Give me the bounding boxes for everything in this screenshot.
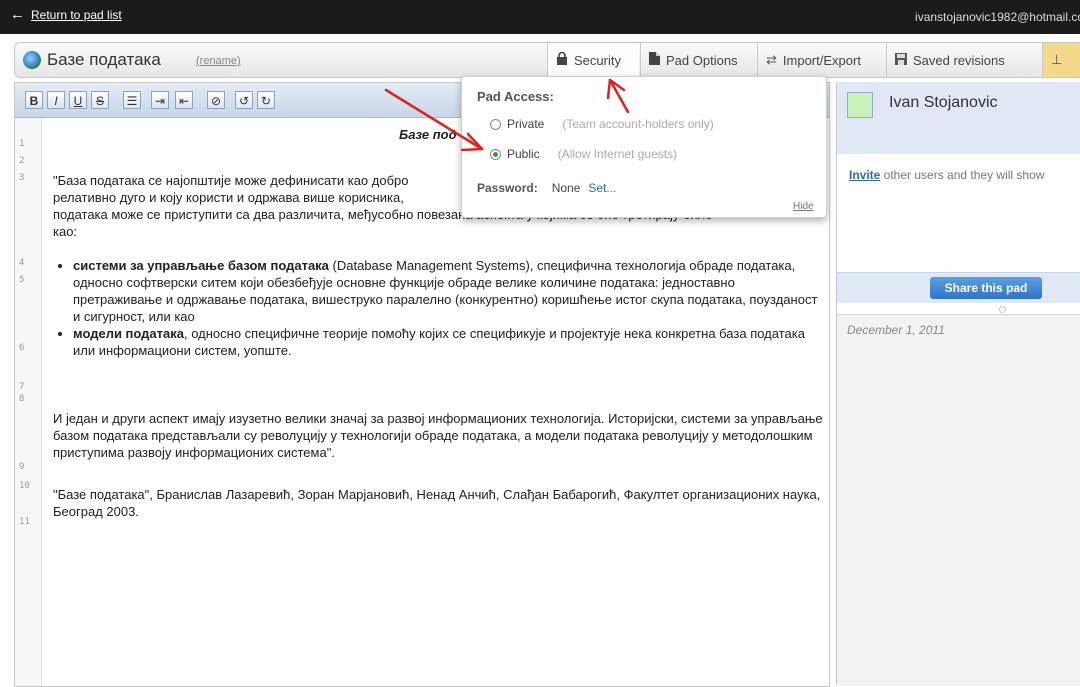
tab-timeslider[interactable]: ⊥ <box>1042 43 1080 77</box>
italic-button[interactable]: I <box>47 91 65 109</box>
para3-line4: као: <box>53 224 78 239</box>
line-number: 11 <box>19 517 30 527</box>
share-this-pad-button[interactable]: Share this pad <box>930 277 1042 299</box>
bullet-list: системи за управљање базом података (Dat… <box>53 257 823 359</box>
bold-button[interactable]: B <box>25 91 43 109</box>
tab-saved-revisions[interactable]: Saved revisions <box>886 43 1041 77</box>
line-number: 2 <box>19 156 25 166</box>
private-radio[interactable] <box>490 118 501 130</box>
clear-authorship-button[interactable]: ⊘ <box>207 91 225 109</box>
bullet2-bold: модели података <box>73 326 184 341</box>
tab-import-export-label: Import/Export <box>782 52 861 68</box>
line-number: 4 <box>19 258 25 268</box>
rename-link[interactable]: (rename) <box>196 55 241 67</box>
share-bar: Share this pad <box>837 272 1080 303</box>
bullet1-bold: системи за управљање базом података <box>73 258 329 273</box>
chat-area: December 1, 2011 <box>837 314 1080 686</box>
transfer-arrows-icon: ⇄ <box>766 52 777 67</box>
return-link-label[interactable]: Return to pad list <box>31 8 122 22</box>
user-email: ivanstojanovic1982@hotmail.co <box>915 10 1080 24</box>
strikethrough-button[interactable]: S <box>91 91 109 109</box>
line-number-gutter: 1 2 3 4 5 6 7 8 9 10 11 <box>15 118 42 686</box>
indent-button[interactable]: ⇥ <box>151 91 169 109</box>
set-password-link[interactable]: Set... <box>588 181 616 195</box>
save-icon <box>895 52 907 68</box>
chat-date: December 1, 2011 <box>847 323 945 337</box>
lock-icon <box>556 51 568 68</box>
timeslider-icon: ⊥ <box>1051 52 1063 67</box>
return-to-pad-list-link[interactable]: ← Return to pad list <box>10 6 122 23</box>
password-value: None <box>551 181 581 195</box>
invite-text: Invite other users and they will show <box>849 168 1044 182</box>
user-name: Ivan Stojanovic <box>889 94 998 111</box>
user-list: Ivan Stojanovic <box>837 82 1080 154</box>
undo-button[interactable]: ↺ <box>235 91 253 109</box>
pad-name: Базе података <box>47 50 161 69</box>
public-option[interactable]: Public (Allow Internet guests) <box>490 147 677 161</box>
line-number: 6 <box>19 343 25 353</box>
right-panel: Ivan Stojanovic Invite other users and t… <box>836 82 1080 686</box>
private-option[interactable]: Private (Team account-holders only) <box>490 117 714 131</box>
back-arrow-icon: ← <box>10 6 25 23</box>
public-radio[interactable] <box>490 148 501 160</box>
document-icon <box>649 52 660 68</box>
pad-title-bar: Базе података (rename) Security Pad Opti… <box>14 42 1080 78</box>
public-hint: (Allow Internet guests) <box>557 147 678 161</box>
invite-rest: other users and they will show <box>880 168 1045 182</box>
line-number: 8 <box>19 394 25 404</box>
document-title: Базе под <box>399 127 457 142</box>
bullet-item-2: модели података, односно специфичне теор… <box>73 325 823 359</box>
line-number: 1 <box>19 139 25 149</box>
hide-popup-link[interactable]: Hide <box>793 201 814 212</box>
line-number: 5 <box>19 275 25 285</box>
public-label: Public <box>507 147 540 161</box>
private-hint: (Team account-holders only) <box>562 117 714 131</box>
tab-security-label: Security <box>574 52 621 68</box>
bullet-list-button[interactable]: ☰ <box>123 91 141 109</box>
tab-saved-revisions-label: Saved revisions <box>913 52 1005 68</box>
paragraph-8: И један и други аспект имају изузетно ве… <box>53 411 823 460</box>
private-label: Private <box>507 117 545 131</box>
globe-icon <box>23 51 41 69</box>
top-bar: ← Return to pad list ivanstojanovic1982@… <box>0 0 1080 34</box>
invite-link[interactable]: Invite <box>849 168 880 182</box>
line-number: 7 <box>19 382 25 392</box>
panel-resize-handle[interactable] <box>999 306 1006 313</box>
tab-pad-options[interactable]: Pad Options <box>640 43 756 77</box>
tab-pad-options-label: Pad Options <box>666 52 738 68</box>
line-number: 10 <box>19 481 30 491</box>
security-popup: Pad Access: Private (Team account-holder… <box>461 76 827 218</box>
paragraph-10: "Базе података", Бранислав Лазаревић, Зо… <box>53 487 821 519</box>
bullet-item-1: системи за управљање базом података (Dat… <box>73 257 823 325</box>
redo-button[interactable]: ↻ <box>257 91 275 109</box>
user-color-swatch[interactable] <box>847 92 873 118</box>
password-row: Password: None Set... <box>477 181 616 195</box>
pad-access-heading: Pad Access: <box>477 89 554 104</box>
tab-import-export[interactable]: ⇄ Import/Export <box>757 43 885 77</box>
password-label: Password: <box>477 181 538 195</box>
tab-security[interactable]: Security <box>547 43 639 77</box>
underline-button[interactable]: U <box>69 91 87 109</box>
line-number: 3 <box>19 173 25 183</box>
outdent-button[interactable]: ⇤ <box>175 91 193 109</box>
line-number: 9 <box>19 462 25 472</box>
